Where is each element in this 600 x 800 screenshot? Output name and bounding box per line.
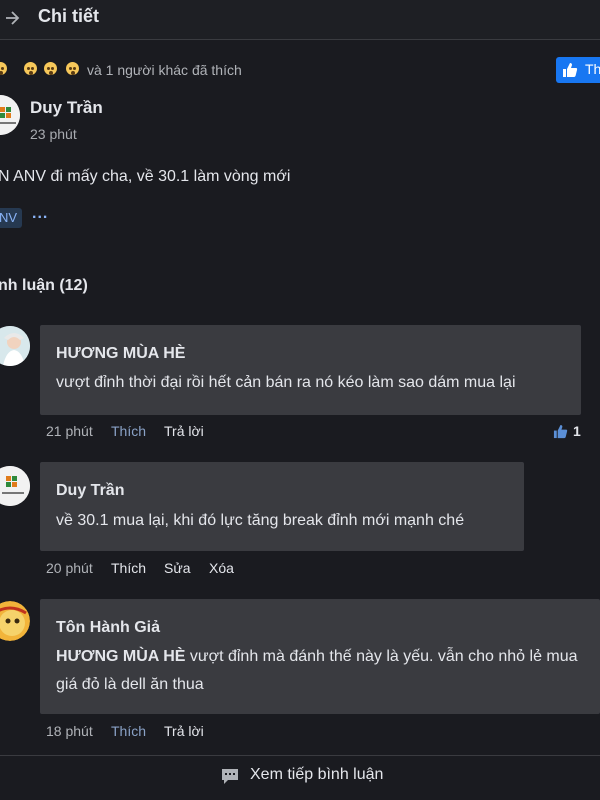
post-text: N ANV đi mấy cha, về 30.1 làm vòng mới xyxy=(0,168,291,185)
monkey-king-avatar-icon xyxy=(0,601,30,641)
wow-reaction-icon xyxy=(0,60,9,77)
comment-text: HƯƠNG MÙA HÈ vượt đỉnh mà đánh thế này l… xyxy=(56,643,596,699)
comment-author[interactable]: HƯƠNG MÙA HÈ xyxy=(56,345,185,363)
comment-time[interactable]: 20 phút xyxy=(46,560,93,576)
like-count-number: 1 xyxy=(573,423,581,439)
edit-action[interactable]: Sửa xyxy=(164,560,191,576)
reply-action[interactable]: Trả lời xyxy=(164,723,204,739)
comment-author[interactable]: Duy Trần xyxy=(56,482,124,500)
avatar[interactable] xyxy=(0,95,20,135)
bank-logo-icon xyxy=(0,95,20,135)
delete-action[interactable]: Xóa xyxy=(209,560,234,576)
comments-heading: nh luận (12) xyxy=(0,277,88,294)
stock-tag[interactable]: NV xyxy=(0,208,22,228)
like-button-label: Th xyxy=(585,61,600,77)
comment-meta: 18 phút Thích Trả lời xyxy=(46,723,246,741)
thumbs-up-icon xyxy=(563,63,578,77)
mention-link[interactable]: HƯƠNG MÙA HÈ xyxy=(56,648,185,665)
avatar[interactable] xyxy=(0,601,30,641)
comment-time[interactable]: 21 phút xyxy=(46,423,93,439)
reactions-summary[interactable]: và 1 người khác đã thích xyxy=(87,62,242,78)
post-time[interactable]: 23 phút xyxy=(30,126,77,142)
stock-tag-label: NV xyxy=(0,210,18,225)
wow-reaction-icon xyxy=(64,60,81,77)
like-action[interactable]: Thích xyxy=(111,560,146,576)
page-title: Chi tiết xyxy=(38,6,99,26)
load-more-comments-button[interactable]: Xem tiếp bình luận xyxy=(0,755,600,800)
load-more-label: Xem tiếp bình luận xyxy=(250,766,384,783)
wow-reaction-icon xyxy=(42,60,59,77)
comment-icon xyxy=(222,769,238,784)
like-button[interactable]: Th xyxy=(556,57,600,83)
wow-reaction-icon xyxy=(22,60,39,77)
comment-meta: 21 phút Thích Trả lời xyxy=(46,423,246,441)
reply-action[interactable]: Trả lời xyxy=(164,423,204,439)
avatar[interactable] xyxy=(0,326,30,366)
like-action[interactable]: Thích xyxy=(111,423,146,439)
user-photo-icon xyxy=(0,326,30,366)
back-arrow-icon[interactable] xyxy=(4,10,20,26)
comment-time[interactable]: 18 phút xyxy=(46,723,93,739)
thumbs-up-icon xyxy=(553,424,568,439)
bank-logo-icon xyxy=(0,466,30,506)
comment-text: về 30.1 mua lại, khi đó lực tăng break đ… xyxy=(56,512,465,529)
comment-author[interactable]: Tôn Hành Giả xyxy=(56,619,160,637)
like-action[interactable]: Thích xyxy=(111,723,146,739)
avatar[interactable] xyxy=(0,466,30,506)
more-options-icon[interactable]: ... xyxy=(32,205,48,223)
top-bar: Chi tiết xyxy=(0,0,600,40)
comment-text: vượt đỉnh thời đại rồi hết cản bán ra nó… xyxy=(56,374,516,391)
post-author[interactable]: Duy Trần xyxy=(30,98,103,118)
comment-meta: 20 phút Thích Sửa Xóa xyxy=(46,560,266,578)
